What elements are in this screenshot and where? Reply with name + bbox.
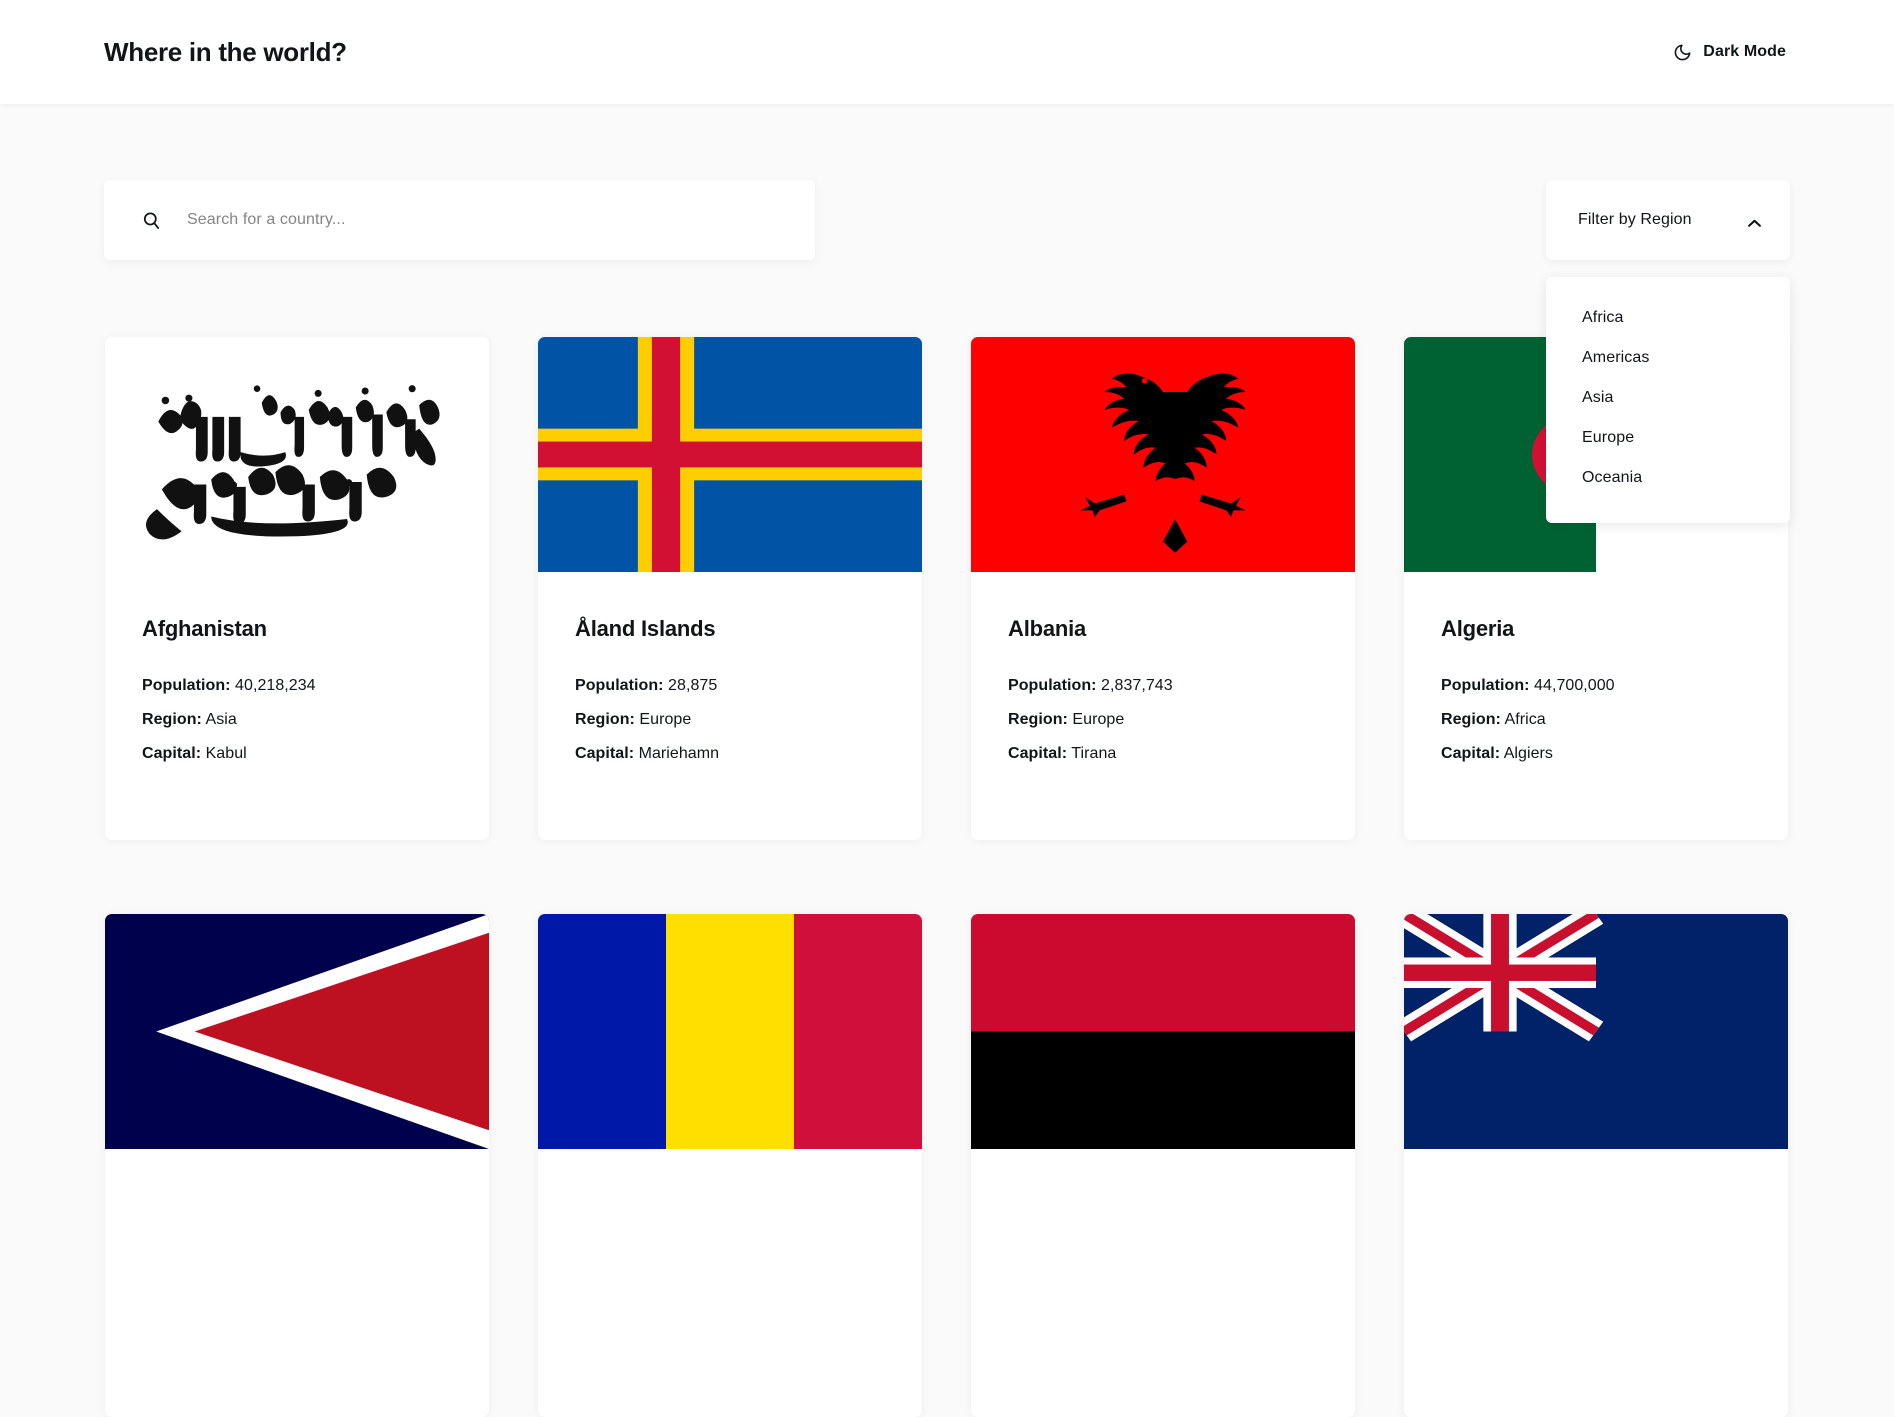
region-option-asia[interactable]: Asia — [1546, 378, 1790, 418]
country-name: Algeria — [1441, 616, 1515, 641]
search-box[interactable] — [104, 180, 815, 260]
capital-value: Mariehamn — [638, 745, 720, 763]
population-value: 28,875 — [668, 677, 718, 695]
dark-mode-label: Dark Mode — [1703, 43, 1786, 60]
capital-value: Algiers — [1503, 745, 1553, 763]
country-card[interactable] — [538, 914, 922, 1417]
page-title: Where in the world? — [104, 36, 347, 67]
moon-icon — [1673, 43, 1692, 62]
region-value: Asia — [205, 711, 237, 729]
population-label: Population: — [1441, 677, 1530, 695]
stat-capital: Capital: Algiers — [1441, 737, 1751, 771]
capital-value: Kabul — [205, 745, 247, 763]
card-body: Åland Islands Population: 28,875 Region:… — [538, 572, 922, 771]
capital-label: Capital: — [1441, 745, 1501, 763]
stat-capital: Capital: Tirana — [1008, 737, 1318, 771]
country-card[interactable] — [971, 914, 1355, 1417]
stat-population: Population: 28,875 — [575, 669, 885, 703]
stat-population: Population: 40,218,234 — [142, 669, 452, 703]
population-value: 40,218,234 — [235, 677, 316, 695]
country-card[interactable] — [105, 914, 489, 1417]
flag-anguilla — [1404, 914, 1788, 1149]
population-value: 2,837,743 — [1101, 677, 1173, 695]
capital-label: Capital: — [575, 745, 635, 763]
region-filter: Filter by Region Africa Americas Asia Eu… — [1546, 180, 1790, 523]
stat-capital: Capital: Mariehamn — [575, 737, 885, 771]
capital-label: Capital: — [1008, 745, 1068, 763]
country-name: Afghanistan — [142, 616, 267, 641]
population-label: Population: — [142, 677, 231, 695]
capital-label: Capital: — [142, 745, 202, 763]
region-value: Europe — [639, 711, 692, 729]
flag-afghanistan — [105, 337, 489, 572]
stat-capital: Capital: Kabul — [142, 737, 452, 771]
region-value: Europe — [1072, 711, 1125, 729]
region-label: Region: — [1008, 711, 1068, 729]
stat-region: Region: Europe — [575, 703, 885, 737]
country-name: Albania — [1008, 616, 1087, 641]
stat-region: Region: Europe — [1008, 703, 1318, 737]
region-value: Africa — [1504, 711, 1546, 729]
region-option-oceania[interactable]: Oceania — [1546, 458, 1790, 498]
card-body: Algeria Population: 44,700,000 Region: A… — [1404, 572, 1788, 771]
flag-andorra — [538, 914, 922, 1149]
country-name: Åland Islands — [575, 616, 716, 641]
capital-value: Tirana — [1071, 745, 1117, 763]
stat-population: Population: 44,700,000 — [1441, 669, 1751, 703]
chevron-up-icon — [1747, 216, 1762, 227]
region-label: Region: — [1441, 711, 1501, 729]
country-card[interactable] — [1404, 914, 1788, 1417]
stat-population: Population: 2,837,743 — [1008, 669, 1318, 703]
search-input[interactable] — [187, 180, 747, 260]
region-option-americas[interactable]: Americas — [1546, 338, 1790, 378]
region-filter-label: Filter by Region — [1578, 211, 1692, 228]
flag-aland-islands — [538, 337, 922, 572]
flag-american-samoa — [105, 914, 489, 1149]
flag-albania — [971, 337, 1355, 572]
controls-row: Filter by Region Africa Americas Asia Eu… — [104, 180, 1790, 523]
region-label: Region: — [142, 711, 202, 729]
flag-angola — [971, 914, 1355, 1149]
card-body: Albania Population: 2,837,743 Region: Eu… — [971, 572, 1355, 771]
population-value: 44,700,000 — [1534, 677, 1615, 695]
stat-region: Region: Asia — [142, 703, 452, 737]
app-header: Where in the world? Dark Mode — [0, 0, 1894, 104]
country-card[interactable]: Afghanistan Population: 40,218,234 Regio… — [105, 337, 489, 840]
population-label: Population: — [1008, 677, 1097, 695]
region-filter-button[interactable]: Filter by Region — [1546, 180, 1790, 260]
dark-mode-toggle[interactable]: Dark Mode — [1669, 37, 1790, 68]
country-card[interactable]: Albania Population: 2,837,743 Region: Eu… — [971, 337, 1355, 840]
country-grid: Afghanistan Population: 40,218,234 Regio… — [105, 337, 1791, 1417]
region-filter-menu: Africa Americas Asia Europe Oceania — [1546, 277, 1790, 523]
card-body: Afghanistan Population: 40,218,234 Regio… — [105, 572, 489, 771]
search-icon — [142, 211, 161, 230]
region-option-africa[interactable]: Africa — [1546, 298, 1790, 338]
region-label: Region: — [575, 711, 635, 729]
population-label: Population: — [575, 677, 664, 695]
country-card[interactable]: Åland Islands Population: 28,875 Region:… — [538, 337, 922, 840]
stat-region: Region: Africa — [1441, 703, 1751, 737]
region-option-europe[interactable]: Europe — [1546, 418, 1790, 458]
